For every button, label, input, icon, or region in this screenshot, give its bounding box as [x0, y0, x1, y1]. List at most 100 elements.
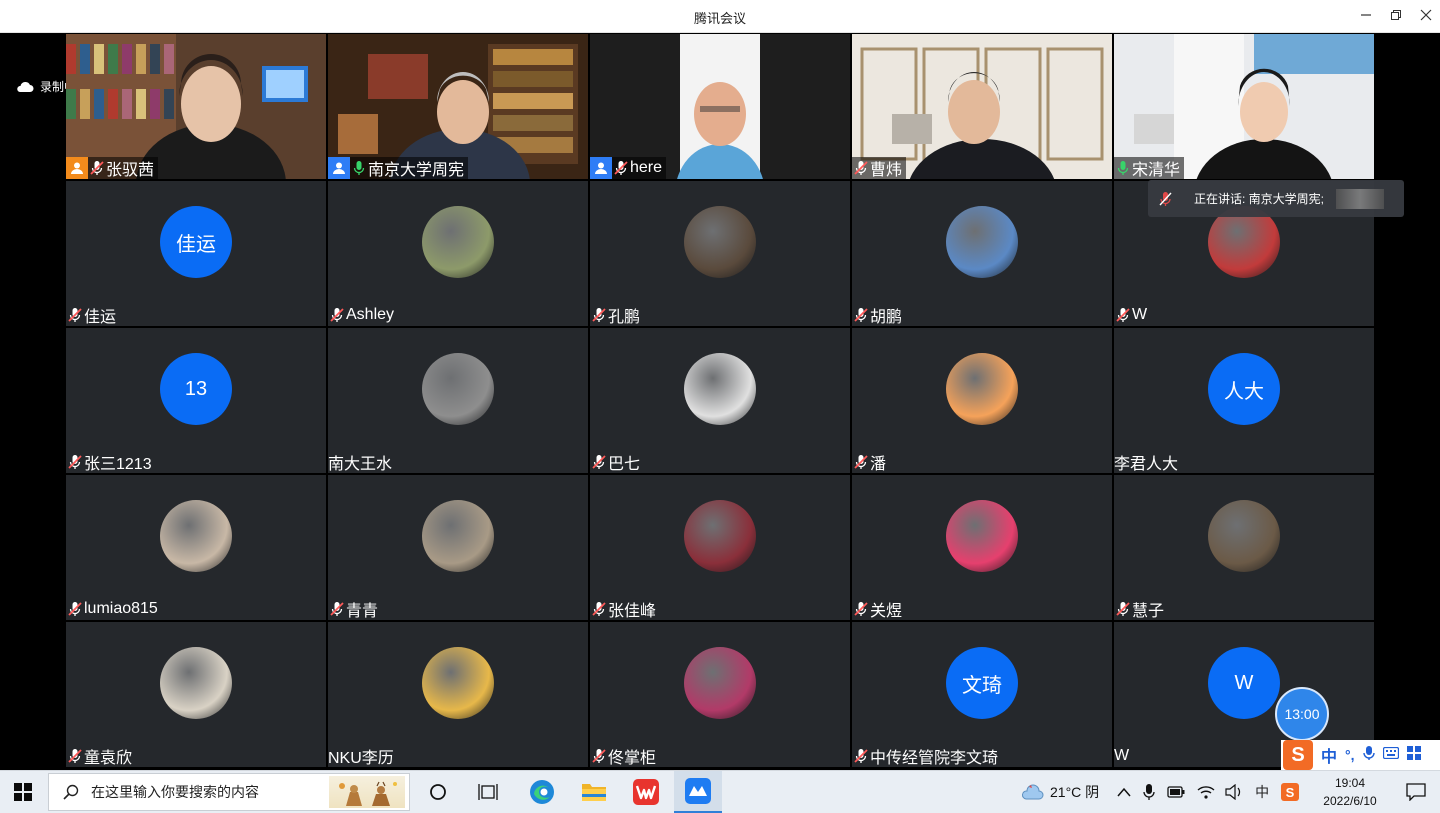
participant-name: 曹炜: [870, 162, 903, 179]
task-view-button[interactable]: [470, 771, 506, 813]
participant-tile[interactable]: 童袁欣: [66, 622, 326, 767]
participant-name-tag: W: [1114, 304, 1151, 326]
participant-tile[interactable]: 佟掌柜: [590, 622, 850, 767]
ime-toolbar[interactable]: S 中 °,: [1281, 740, 1440, 770]
participant-tile[interactable]: 曹炜: [852, 34, 1112, 179]
system-tray: 21°C 阴 中 S: [1020, 771, 1300, 813]
taskbar-clock[interactable]: 19:04 2022/6/10: [1300, 774, 1400, 810]
ime-menu-icon[interactable]: [1406, 745, 1421, 765]
ime-punct-toggle[interactable]: °,: [1345, 747, 1355, 763]
tencent-meeting-taskbar-button[interactable]: [674, 771, 722, 813]
participant-name: lumiao815: [84, 600, 158, 617]
participant-avatar: [684, 647, 756, 719]
sogou-tray-icon[interactable]: S: [1281, 783, 1300, 801]
participant-name: 佟掌柜: [608, 750, 657, 767]
participant-tile[interactable]: lumiao815: [66, 475, 326, 620]
participant-name: 关煜: [870, 603, 903, 620]
mic-on-icon: [1114, 157, 1132, 179]
participant-name-tag: 潘: [852, 451, 890, 473]
participant-name: 青青: [346, 603, 379, 620]
participant-tile[interactable]: 张驭茜: [66, 34, 326, 179]
title-bar: 腾讯会议: [0, 0, 1440, 33]
mic-muted-icon: [852, 451, 870, 473]
participant-tile[interactable]: 巴七: [590, 328, 850, 473]
sogou-logo-icon: S: [1283, 740, 1313, 770]
participant-name-tag: lumiao815: [66, 598, 162, 620]
participant-avatar: 文琦: [946, 647, 1018, 719]
ime-lang-toggle[interactable]: 中: [1321, 743, 1337, 767]
participant-tile[interactable]: 13 张三1213: [66, 328, 326, 473]
participant-name: 南京大学周宪: [368, 162, 465, 179]
participant-avatar: [684, 206, 756, 278]
participant-tile[interactable]: Ashley: [328, 181, 588, 326]
participant-tile[interactable]: 慧子: [1114, 475, 1374, 620]
volume-icon[interactable]: [1225, 784, 1243, 800]
participant-name-tag: 李君人大: [1114, 451, 1182, 473]
participant-tile[interactable]: 文琦中传经管院李文琦: [852, 622, 1112, 767]
participant-name-tag: 佟掌柜: [590, 745, 660, 767]
participant-name-tag: 张佳峰: [590, 598, 660, 620]
file-explorer-icon: [582, 784, 606, 801]
mic-muted-icon: [1114, 304, 1132, 326]
participant-avatar: 13: [160, 353, 232, 425]
battery-icon[interactable]: [1167, 786, 1185, 798]
participant-tile[interactable]: 关煜: [852, 475, 1112, 620]
speaking-avatar-strip: [1336, 188, 1385, 209]
participant-avatar: [946, 353, 1018, 425]
participant-name: 潘: [870, 456, 887, 473]
participant-tile[interactable]: 佳运 佳运: [66, 181, 326, 326]
timer-bubble[interactable]: 13:00: [1275, 687, 1329, 741]
participant-avatar: 佳运: [160, 206, 232, 278]
input-language-indicator[interactable]: 中: [1255, 782, 1269, 802]
edge-taskbar-button[interactable]: [522, 771, 562, 813]
participant-tile[interactable]: 南大王水: [328, 328, 588, 473]
minimize-button[interactable]: [1354, 4, 1378, 28]
restore-button[interactable]: [1384, 4, 1408, 28]
participant-tile[interactable]: 南京大学周宪: [328, 34, 588, 179]
cortana-icon: [430, 784, 446, 800]
restore-icon: [1391, 10, 1401, 20]
weather-text[interactable]: 21°C 阴: [1050, 782, 1099, 802]
wifi-icon[interactable]: [1197, 785, 1215, 799]
participant-name: NKU李历: [328, 750, 394, 767]
participant-name-tag: 南大王水: [328, 451, 396, 473]
mic-muted-icon: [612, 157, 630, 179]
participant-name: 南大王水: [328, 456, 393, 473]
start-button[interactable]: [0, 771, 46, 813]
close-button[interactable]: [1414, 4, 1438, 28]
taskbar: 在这里输入你要搜索的内容 21°C 阴 中 S 19:04 2022/6/10: [0, 770, 1440, 813]
participant-grid: 张驭茜 南京大学周宪 here 曹炜 宋清华 佳运 佳运 Ashley 孔鹏 胡鹏 W 13 张三121…: [66, 34, 1374, 770]
participant-name: 慧子: [1132, 603, 1165, 620]
participant-name-tag: 中传经管院李文琦: [852, 745, 1002, 767]
participant-avatar: [684, 500, 756, 572]
notification-center-button[interactable]: [1396, 771, 1436, 813]
participant-tile[interactable]: 宋清华: [1114, 34, 1374, 179]
participant-avatar: [946, 206, 1018, 278]
cohost-badge-icon: [328, 157, 350, 179]
participant-tile[interactable]: 孔鹏: [590, 181, 850, 326]
close-icon: [1420, 9, 1432, 21]
participant-tile[interactable]: 青青: [328, 475, 588, 620]
participant-name: 佳运: [84, 309, 117, 326]
mic-muted-icon: [852, 598, 870, 620]
participant-tile[interactable]: 张佳峰: [590, 475, 850, 620]
participant-name-tag: 南京大学周宪: [328, 157, 469, 179]
wps-button[interactable]: [626, 771, 666, 813]
mic-muted-icon: [590, 451, 608, 473]
cloud-icon: [17, 81, 34, 92]
file-explorer-button[interactable]: [574, 771, 614, 813]
microphone-tray-icon[interactable]: [1143, 783, 1155, 801]
taskbar-search-box[interactable]: 在这里输入你要搜索的内容: [48, 773, 410, 811]
participant-avatar: 人大: [1208, 353, 1280, 425]
participant-tile[interactable]: 潘: [852, 328, 1112, 473]
participant-tile[interactable]: NKU李历: [328, 622, 588, 767]
participant-name: 张驭茜: [106, 162, 155, 179]
participant-tile[interactable]: 人大李君人大: [1114, 328, 1374, 473]
ime-mic-icon[interactable]: [1362, 745, 1375, 766]
chevron-up-icon[interactable]: [1117, 787, 1131, 797]
cortana-button[interactable]: [420, 771, 456, 813]
speaking-label: 正在讲话: 南京大学周宪;: [1194, 192, 1325, 206]
ime-keyboard-icon[interactable]: [1382, 746, 1399, 764]
participant-tile[interactable]: here: [590, 34, 850, 179]
participant-tile[interactable]: 胡鹏: [852, 181, 1112, 326]
